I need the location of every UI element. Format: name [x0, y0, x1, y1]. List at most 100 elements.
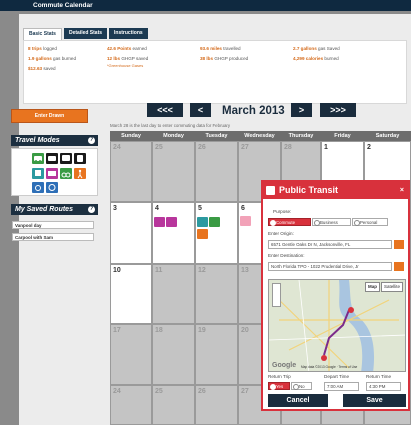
info-icon[interactable]: ?	[88, 137, 95, 144]
day-number: 17	[113, 327, 121, 334]
day-header: Sunday	[110, 131, 152, 141]
day-number: 19	[198, 327, 206, 334]
telework-icon[interactable]	[166, 217, 177, 227]
return-time-label: Return Time	[366, 374, 392, 379]
map-tab-satellite[interactable]: Satellite	[380, 282, 403, 292]
bike-icon[interactable]	[60, 168, 72, 179]
purpose-commute-radio[interactable]: Commute	[268, 218, 311, 226]
calendar-day[interactable]: 26	[195, 141, 238, 202]
day-header: Thursday	[281, 131, 321, 141]
vanpool-icon[interactable]	[60, 153, 72, 164]
drive-alone-icon[interactable]	[32, 153, 44, 164]
origin-input[interactable]: 6571 Gentle Oaks Dr N, Jacksonville, FL	[268, 240, 392, 249]
return-no-radio[interactable]: No	[291, 382, 312, 390]
locate-destination-icon[interactable]	[394, 262, 404, 271]
tab-basic-stats[interactable]: Basic Stats	[23, 28, 62, 40]
day-number: 27	[241, 144, 249, 151]
calendar-day[interactable]: 12	[195, 264, 238, 324]
return-time-input[interactable]: 4:30 PM	[366, 382, 401, 391]
tab-instructions[interactable]: Instructions	[109, 28, 148, 39]
close-icon[interactable]: ×	[400, 182, 404, 199]
calendar-day[interactable]: 11	[152, 264, 195, 324]
google-logo: Google	[272, 362, 297, 369]
telework-icon[interactable]	[46, 168, 58, 179]
day-number: 4	[155, 205, 159, 212]
calendar-day[interactable]: 3	[110, 202, 152, 264]
day-number: 27	[241, 388, 249, 395]
cancel-button[interactable]: Cancel	[268, 394, 328, 407]
walk-icon[interactable]	[74, 168, 86, 179]
calendar-day[interactable]: 26	[195, 385, 238, 425]
compressed-week-icon[interactable]	[46, 182, 58, 193]
app-title: Commute Calendar	[0, 0, 411, 11]
calendar-day[interactable]: 24	[110, 385, 152, 425]
calendar-day[interactable]: 4	[152, 202, 195, 264]
day-number: 11	[155, 267, 163, 274]
day-number: 12	[198, 267, 206, 274]
destination-input[interactable]: North Florida TPO - 1022 Prudential Driv…	[268, 262, 392, 271]
rail-icon[interactable]	[197, 217, 208, 227]
depart-time-input[interactable]: 7:00 AM	[324, 382, 359, 391]
rail-icon[interactable]	[32, 168, 44, 179]
stats-tabs: Basic Stats Detailed Stats Instructions	[23, 28, 148, 40]
travel-modes-panel	[11, 148, 98, 196]
deadline-info: March 28 is the last day to enter commut…	[110, 123, 231, 128]
stat-gas-saved: 2.7 gallons gas Saved	[293, 46, 340, 51]
walk-icon[interactable]	[197, 229, 208, 239]
map-tab-map[interactable]: Map	[365, 282, 380, 292]
stat-gas-burned: 1.9 gallons gas burned	[28, 56, 77, 61]
saved-route-item[interactable]: Vanpool day	[12, 221, 94, 229]
bus-icon	[266, 186, 275, 195]
calendar-day[interactable]: 25	[152, 385, 195, 425]
travel-modes-title: Travel Modes	[15, 137, 60, 144]
dialog-header: Public Transit ×	[263, 182, 408, 199]
route-map[interactable]: Map Satellite Google Map data ©2013 Goog…	[268, 279, 406, 372]
day-number: 26	[198, 144, 206, 151]
bus-icon[interactable]	[240, 216, 251, 226]
saved-routes-title: My Saved Routes	[15, 206, 73, 213]
calendar-day[interactable]: 24	[110, 141, 152, 202]
day-number: 25	[155, 388, 163, 395]
calendar-day[interactable]: 19	[195, 324, 238, 385]
depart-time-label: Depart Time	[324, 374, 350, 379]
stat-footnote: *Greenhouse Gases	[107, 63, 144, 68]
prev-year-button[interactable]: <<<	[147, 103, 183, 117]
bike-icon[interactable]	[209, 217, 220, 227]
month-title: March 2013	[222, 105, 285, 117]
calendar-day[interactable]: 25	[152, 141, 195, 202]
info-icon[interactable]: ?	[88, 206, 95, 213]
bus-icon[interactable]	[74, 153, 86, 164]
save-button[interactable]: Save	[343, 394, 406, 407]
day-number: 5	[198, 205, 202, 212]
day-number: 10	[113, 267, 121, 274]
day-number: 1	[324, 144, 328, 151]
return-trip-label: Return Trip	[268, 374, 291, 379]
purpose-personal-radio[interactable]: Personal	[352, 218, 388, 226]
telework-icon[interactable]	[154, 217, 165, 227]
tab-detailed-stats[interactable]: Detailed Stats	[63, 28, 108, 39]
carpool-icon[interactable]	[46, 153, 58, 164]
calendar-day[interactable]: 10	[110, 264, 152, 324]
prev-month-button[interactable]: <	[190, 103, 211, 117]
day-header: Wednesday	[238, 131, 281, 141]
day-number: 18	[155, 327, 163, 334]
saved-route-item[interactable]: Carpool with Sam	[12, 233, 94, 241]
return-yes-radio[interactable]: Yes	[268, 382, 290, 390]
next-year-button[interactable]: >>>	[320, 103, 356, 117]
next-month-button[interactable]: >	[291, 103, 312, 117]
calendar-day[interactable]: 17	[110, 324, 152, 385]
day-header: Friday	[321, 131, 364, 141]
locate-origin-icon[interactable]	[394, 240, 404, 249]
wheelchair-icon[interactable]	[32, 182, 44, 193]
enter-drawn-button[interactable]: Enter Drawn	[11, 109, 88, 123]
map-attribution: Map data ©2013 Google · Terms of Use	[301, 365, 358, 369]
zoom-control[interactable]	[272, 283, 281, 307]
day-number: 3	[113, 205, 117, 212]
dialog-title: Public Transit	[279, 185, 339, 195]
saved-routes-header: My Saved Routes ?	[11, 204, 98, 215]
calendar-day[interactable]: 18	[152, 324, 195, 385]
stat-ghg-produced: 38 lbs GHGP produced	[200, 56, 249, 61]
day-number: 26	[198, 388, 206, 395]
purpose-business-radio[interactable]: Business	[312, 218, 351, 226]
stat-trips: 8 trips logged	[28, 46, 57, 51]
